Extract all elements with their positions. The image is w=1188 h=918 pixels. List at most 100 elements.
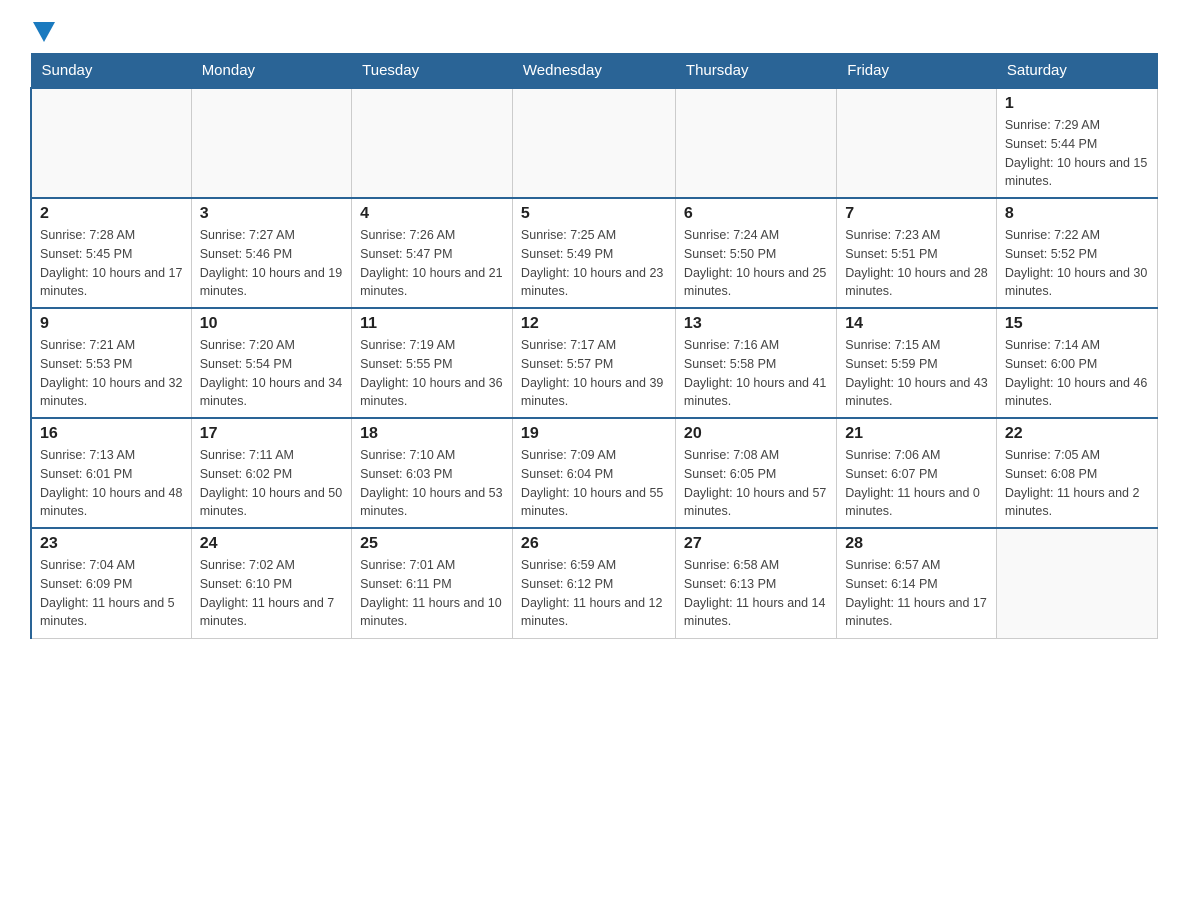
calendar-day-cell: 2 Sunrise: 7:28 AMSunset: 5:45 PMDaylight… [31, 198, 191, 308]
calendar-day-cell: 18 Sunrise: 7:10 AMSunset: 6:03 PMDayligh… [352, 418, 513, 528]
calendar-day-cell [512, 88, 675, 198]
header [30, 20, 1158, 43]
calendar-day-cell: 25 Sunrise: 7:01 AMSunset: 6:11 PMDayligh… [352, 528, 513, 638]
logo-arrow-icon [33, 22, 55, 42]
day-number: 9 [40, 315, 183, 333]
day-info: Sunrise: 7:23 AMSunset: 5:51 PMDaylight:… [845, 226, 988, 301]
day-number: 27 [684, 535, 828, 553]
day-info: Sunrise: 7:08 AMSunset: 6:05 PMDaylight:… [684, 446, 828, 521]
day-number: 16 [40, 425, 183, 443]
calendar-day-cell: 16 Sunrise: 7:13 AMSunset: 6:01 PMDayligh… [31, 418, 191, 528]
calendar-day-cell: 4 Sunrise: 7:26 AMSunset: 5:47 PMDaylight… [352, 198, 513, 308]
logo [30, 20, 55, 43]
calendar-week-row: 23 Sunrise: 7:04 AMSunset: 6:09 PMDayligh… [31, 528, 1158, 638]
day-number: 23 [40, 535, 183, 553]
day-number: 1 [1005, 95, 1149, 113]
calendar-day-cell: 27 Sunrise: 6:58 AMSunset: 6:13 PMDayligh… [675, 528, 836, 638]
day-number: 18 [360, 425, 504, 443]
day-number: 22 [1005, 425, 1149, 443]
calendar-day-cell: 12 Sunrise: 7:17 AMSunset: 5:57 PMDayligh… [512, 308, 675, 418]
calendar-week-row: 16 Sunrise: 7:13 AMSunset: 6:01 PMDayligh… [31, 418, 1158, 528]
calendar-day-cell [352, 88, 513, 198]
calendar-day-cell [191, 88, 351, 198]
calendar-day-cell [837, 88, 997, 198]
calendar-day-cell: 3 Sunrise: 7:27 AMSunset: 5:46 PMDaylight… [191, 198, 351, 308]
day-of-week-header: Saturday [996, 54, 1157, 89]
day-info: Sunrise: 7:15 AMSunset: 5:59 PMDaylight:… [845, 336, 988, 411]
day-info: Sunrise: 7:10 AMSunset: 6:03 PMDaylight:… [360, 446, 504, 521]
day-number: 20 [684, 425, 828, 443]
day-info: Sunrise: 7:24 AMSunset: 5:50 PMDaylight:… [684, 226, 828, 301]
day-number: 19 [521, 425, 667, 443]
calendar-header-row: SundayMondayTuesdayWednesdayThursdayFrid… [31, 54, 1158, 89]
calendar-day-cell [675, 88, 836, 198]
calendar-day-cell: 6 Sunrise: 7:24 AMSunset: 5:50 PMDaylight… [675, 198, 836, 308]
calendar-day-cell [31, 88, 191, 198]
day-number: 8 [1005, 205, 1149, 223]
calendar-day-cell: 17 Sunrise: 7:11 AMSunset: 6:02 PMDayligh… [191, 418, 351, 528]
day-info: Sunrise: 7:29 AMSunset: 5:44 PMDaylight:… [1005, 116, 1149, 191]
calendar-week-row: 2 Sunrise: 7:28 AMSunset: 5:45 PMDaylight… [31, 198, 1158, 308]
day-info: Sunrise: 7:21 AMSunset: 5:53 PMDaylight:… [40, 336, 183, 411]
day-info: Sunrise: 7:06 AMSunset: 6:07 PMDaylight:… [845, 446, 988, 521]
day-info: Sunrise: 7:20 AMSunset: 5:54 PMDaylight:… [200, 336, 343, 411]
calendar-day-cell: 9 Sunrise: 7:21 AMSunset: 5:53 PMDaylight… [31, 308, 191, 418]
day-info: Sunrise: 7:27 AMSunset: 5:46 PMDaylight:… [200, 226, 343, 301]
calendar-day-cell: 11Sunrise: 7:19 AMSunset: 5:55 PMDayligh… [352, 308, 513, 418]
day-number: 13 [684, 315, 828, 333]
calendar-day-cell [996, 528, 1157, 638]
calendar: SundayMondayTuesdayWednesdayThursdayFrid… [30, 53, 1158, 639]
calendar-day-cell: 7 Sunrise: 7:23 AMSunset: 5:51 PMDaylight… [837, 198, 997, 308]
day-number: 12 [521, 315, 667, 333]
calendar-day-cell: 19Sunrise: 7:09 AMSunset: 6:04 PMDayligh… [512, 418, 675, 528]
day-info: Sunrise: 7:02 AMSunset: 6:10 PMDaylight:… [200, 556, 343, 631]
calendar-week-row: 1 Sunrise: 7:29 AMSunset: 5:44 PMDaylight… [31, 88, 1158, 198]
day-of-week-header: Wednesday [512, 54, 675, 89]
day-info: Sunrise: 7:13 AMSunset: 6:01 PMDaylight:… [40, 446, 183, 521]
calendar-day-cell: 20 Sunrise: 7:08 AMSunset: 6:05 PMDayligh… [675, 418, 836, 528]
day-info: Sunrise: 7:17 AMSunset: 5:57 PMDaylight:… [521, 336, 667, 411]
day-number: 3 [200, 205, 343, 223]
day-info: Sunrise: 7:26 AMSunset: 5:47 PMDaylight:… [360, 226, 504, 301]
day-info: Sunrise: 7:01 AMSunset: 6:11 PMDaylight:… [360, 556, 504, 631]
day-info: Sunrise: 7:16 AMSunset: 5:58 PMDaylight:… [684, 336, 828, 411]
day-number: 6 [684, 205, 828, 223]
day-info: Sunrise: 7:04 AMSunset: 6:09 PMDaylight:… [40, 556, 183, 631]
day-info: Sunrise: 6:58 AMSunset: 6:13 PMDaylight:… [684, 556, 828, 631]
calendar-day-cell: 15Sunrise: 7:14 AMSunset: 6:00 PMDayligh… [996, 308, 1157, 418]
calendar-day-cell: 28Sunrise: 6:57 AMSunset: 6:14 PMDayligh… [837, 528, 997, 638]
day-info: Sunrise: 6:59 AMSunset: 6:12 PMDaylight:… [521, 556, 667, 631]
day-of-week-header: Thursday [675, 54, 836, 89]
day-info: Sunrise: 7:28 AMSunset: 5:45 PMDaylight:… [40, 226, 183, 301]
day-number: 11 [360, 315, 504, 333]
calendar-day-cell: 21Sunrise: 7:06 AMSunset: 6:07 PMDayligh… [837, 418, 997, 528]
calendar-week-row: 9 Sunrise: 7:21 AMSunset: 5:53 PMDaylight… [31, 308, 1158, 418]
day-number: 4 [360, 205, 504, 223]
day-number: 24 [200, 535, 343, 553]
day-info: Sunrise: 7:22 AMSunset: 5:52 PMDaylight:… [1005, 226, 1149, 301]
day-info: Sunrise: 7:11 AMSunset: 6:02 PMDaylight:… [200, 446, 343, 521]
day-of-week-header: Friday [837, 54, 997, 89]
calendar-day-cell: 8 Sunrise: 7:22 AMSunset: 5:52 PMDaylight… [996, 198, 1157, 308]
day-number: 14 [845, 315, 988, 333]
day-number: 5 [521, 205, 667, 223]
day-number: 7 [845, 205, 988, 223]
day-number: 15 [1005, 315, 1149, 333]
day-of-week-header: Tuesday [352, 54, 513, 89]
calendar-day-cell: 23 Sunrise: 7:04 AMSunset: 6:09 PMDayligh… [31, 528, 191, 638]
day-of-week-header: Monday [191, 54, 351, 89]
calendar-day-cell: 10Sunrise: 7:20 AMSunset: 5:54 PMDayligh… [191, 308, 351, 418]
day-info: Sunrise: 7:05 AMSunset: 6:08 PMDaylight:… [1005, 446, 1149, 521]
day-of-week-header: Sunday [31, 54, 191, 89]
day-number: 26 [521, 535, 667, 553]
day-number: 2 [40, 205, 183, 223]
day-number: 25 [360, 535, 504, 553]
day-info: Sunrise: 6:57 AMSunset: 6:14 PMDaylight:… [845, 556, 988, 631]
calendar-day-cell: 13 Sunrise: 7:16 AMSunset: 5:58 PMDayligh… [675, 308, 836, 418]
day-info: Sunrise: 7:25 AMSunset: 5:49 PMDaylight:… [521, 226, 667, 301]
day-number: 17 [200, 425, 343, 443]
calendar-day-cell: 24 Sunrise: 7:02 AMSunset: 6:10 PMDayligh… [191, 528, 351, 638]
calendar-day-cell: 14 Sunrise: 7:15 AMSunset: 5:59 PMDayligh… [837, 308, 997, 418]
calendar-day-cell: 26 Sunrise: 6:59 AMSunset: 6:12 PMDayligh… [512, 528, 675, 638]
calendar-day-cell: 22 Sunrise: 7:05 AMSunset: 6:08 PMDayligh… [996, 418, 1157, 528]
